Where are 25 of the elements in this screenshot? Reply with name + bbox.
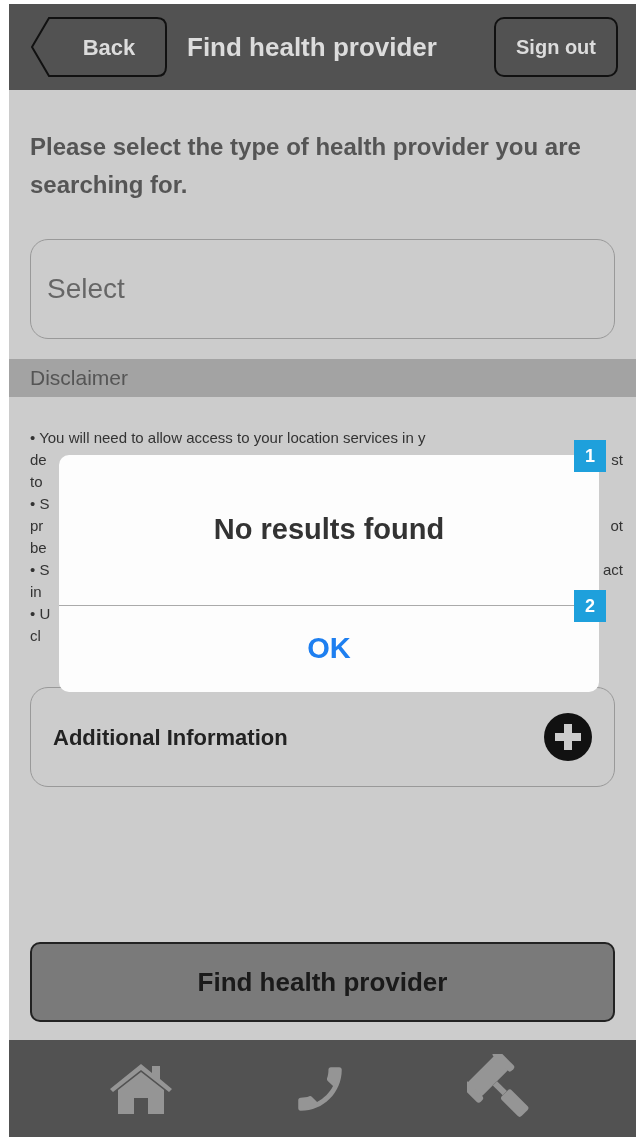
disclaimer-text: to: [30, 472, 43, 492]
sign-out-button[interactable]: Sign out: [494, 17, 618, 77]
ok-button[interactable]: OK: [297, 627, 361, 671]
disclaimer-text: de: [30, 450, 47, 470]
instruction-text: Please select the type of health provider you are searching for.: [30, 132, 582, 200]
disclaimer-text: • S: [30, 494, 50, 514]
page-title: Find health provider: [187, 30, 437, 64]
disclaimer-text: act: [603, 560, 623, 580]
disclaimer-text: be: [30, 538, 47, 558]
disclaimer-text: ot: [610, 516, 623, 536]
disclaimer-text: cl: [30, 626, 41, 646]
annotation-marker: 2: [574, 590, 606, 622]
disclaimer-text: pr: [30, 516, 44, 536]
disclaimer-text: • You will need to allow access to your location services in y: [30, 428, 426, 448]
disclaimer-header: Disclaimer: [9, 359, 636, 397]
plus-circle-icon: [544, 713, 592, 761]
provider-type-select[interactable]: Select: [30, 239, 615, 339]
disclaimer-text: • S: [30, 560, 50, 580]
dialog-message: No results found: [213, 512, 445, 548]
disclaimer-text: st: [611, 450, 623, 470]
find-health-provider-button[interactable]: Find health provider: [30, 942, 615, 1022]
back-button[interactable]: Back: [31, 17, 167, 77]
disclaimer-text: in: [30, 582, 42, 602]
annotation-marker: 1: [574, 440, 606, 472]
disclaimer-text: • U: [30, 604, 51, 624]
